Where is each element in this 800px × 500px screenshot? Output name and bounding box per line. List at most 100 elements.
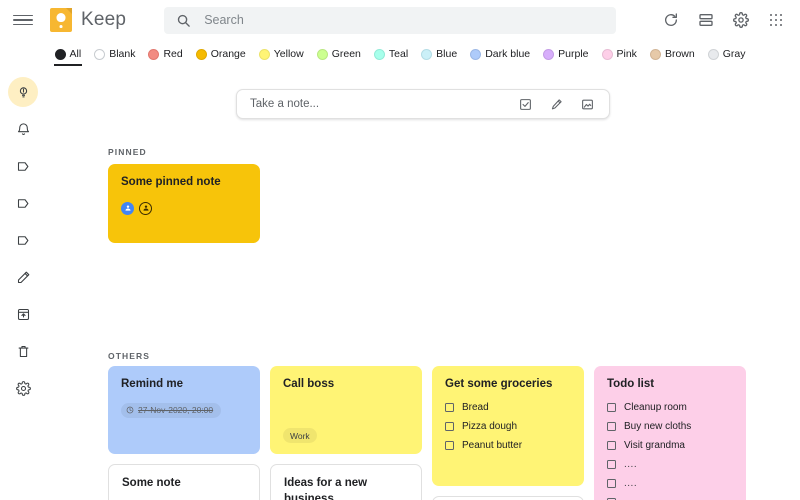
color-filter-bar: All Blank Red Orange Yellow Green Teal Blue Dark…: [0, 44, 800, 68]
color-filter-label: Green: [331, 48, 361, 60]
color-swatch-icon: [148, 48, 160, 60]
sidebar-item-label-2[interactable]: [8, 188, 38, 218]
checkbox-icon[interactable]: [607, 478, 616, 488]
checklist-item-label: ....: [624, 497, 637, 500]
color-filter-label: All: [69, 48, 82, 60]
new-image-button[interactable]: [580, 97, 595, 112]
note-card[interactable]: Some note: [108, 464, 260, 500]
search-bar[interactable]: [164, 6, 617, 34]
checkbox-icon[interactable]: [607, 459, 616, 469]
take-a-note-box[interactable]: [236, 89, 610, 119]
app-title: Keep: [81, 9, 127, 30]
avatar-collaborator-2[interactable]: [139, 201, 152, 215]
checkbox-icon[interactable]: [445, 402, 454, 412]
app-header: Keep: [0, 0, 800, 40]
note-card[interactable]: Random ideas27-Nov-2020, 20:30: [432, 496, 584, 500]
color-filter-pink[interactable]: Pink: [601, 46, 638, 66]
sidebar-item-notes[interactable]: [8, 77, 38, 107]
pencil-icon: [17, 271, 29, 283]
note-title: Get some groceries: [445, 378, 553, 390]
checklist-item[interactable]: ....: [607, 497, 733, 500]
note-card[interactable]: Todo list Cleanup room Buy new cloths Visit…: [594, 366, 746, 500]
checkbox-icon[interactable]: [607, 421, 616, 431]
sidebar-item-label-3[interactable]: [8, 225, 38, 255]
note-card[interactable]: Get some groceries Bread Pizza dough Peanut…: [432, 366, 584, 486]
checkbox-icon[interactable]: [607, 402, 616, 412]
checklist-item[interactable]: Cleanup room: [607, 402, 733, 413]
note-card[interactable]: Call boss Work: [270, 366, 422, 454]
search-icon: [178, 14, 190, 27]
checklist-item[interactable]: Pizza dough: [445, 421, 571, 432]
note-card[interactable]: Ideas for a new business: [270, 464, 422, 500]
note-label-chip[interactable]: Work: [283, 428, 317, 443]
list-view-icon: [699, 13, 713, 26]
sidebar-item-reminders[interactable]: [8, 114, 38, 144]
checklist-item[interactable]: Bread: [445, 402, 571, 413]
lightbulb-icon: [19, 86, 27, 97]
hamburger-menu-icon[interactable]: [13, 10, 33, 30]
sidebar-item-settings[interactable]: [8, 373, 38, 403]
sidebar-item-label-1[interactable]: [8, 151, 38, 181]
color-filter-label: Brown: [664, 48, 695, 60]
color-swatch-icon: [421, 48, 433, 60]
gear-icon: [733, 12, 749, 28]
color-filter-label: Blank: [109, 48, 136, 60]
header-actions: [661, 10, 800, 30]
color-filter-red[interactable]: Red: [147, 46, 183, 66]
checkbox-icon[interactable]: [445, 421, 454, 431]
color-filter-all[interactable]: All: [53, 46, 83, 66]
color-filter-yellow[interactable]: Yellow: [258, 46, 305, 66]
color-filter-teal[interactable]: Teal: [373, 46, 409, 66]
note-title: Some note: [122, 477, 181, 489]
checklist-item[interactable]: ....: [607, 478, 733, 489]
label-tag-icon: [17, 161, 28, 171]
checklist-item-label: Pizza dough: [462, 420, 518, 432]
sidebar-nav: [0, 68, 46, 500]
color-filter-green[interactable]: Green: [316, 46, 362, 66]
gear-icon: [15, 380, 31, 396]
color-filter-dark-blue[interactable]: Dark blue: [469, 46, 531, 66]
person-icon: [143, 205, 148, 211]
keep-logo-icon: [50, 8, 72, 32]
color-filter-gray[interactable]: Gray: [707, 46, 747, 66]
label-tag-icon: [17, 198, 28, 208]
take-a-note-input[interactable]: [250, 98, 518, 110]
color-filter-purple[interactable]: Purple: [542, 46, 589, 66]
search-input[interactable]: [204, 13, 605, 27]
avatar-collaborator-1[interactable]: [121, 201, 134, 215]
color-filter-label: Teal: [388, 48, 409, 60]
label-tag-icon: [17, 235, 28, 245]
color-filter-blank[interactable]: Blank: [93, 46, 136, 66]
refresh-button[interactable]: [661, 10, 681, 30]
list-view-button[interactable]: [696, 10, 716, 30]
settings-button[interactable]: [731, 10, 751, 30]
color-filter-blue[interactable]: Blue: [420, 46, 458, 66]
note-card[interactable]: Remind me 27-Nov-2020, 20:00: [108, 366, 260, 454]
new-list-button[interactable]: [518, 97, 533, 112]
color-swatch-icon: [195, 48, 207, 60]
checklist-item[interactable]: Peanut butter: [445, 440, 571, 451]
note-collaborators: [121, 201, 247, 215]
sidebar-item-edit-labels[interactable]: [8, 262, 38, 292]
note-checklist: Cleanup room Buy new cloths Visit grandma.…: [607, 402, 733, 500]
sidebar-item-archive[interactable]: [8, 299, 38, 329]
note-labels: Work: [283, 420, 409, 443]
reminder-chip[interactable]: 27-Nov-2020, 20:00: [121, 402, 222, 418]
color-filter-brown[interactable]: Brown: [649, 46, 696, 66]
pinned-note-card[interactable]: Some pinned note: [108, 164, 260, 243]
sidebar-item-trash[interactable]: [8, 336, 38, 366]
color-swatch-icon: [470, 48, 482, 60]
checklist-item-label: ....: [624, 458, 638, 470]
checkbox-icon[interactable]: [607, 440, 616, 450]
checklist-item[interactable]: ....: [607, 459, 733, 470]
checklist-item-label: Peanut butter: [462, 439, 523, 451]
checklist-item[interactable]: Buy new cloths: [607, 421, 733, 432]
checklist-item[interactable]: Visit grandma: [607, 440, 733, 451]
new-drawing-button[interactable]: [549, 97, 564, 112]
color-swatch-icon: [601, 48, 613, 60]
color-swatch-icon: [258, 48, 270, 60]
google-apps-button[interactable]: [766, 10, 786, 30]
checkbox-icon[interactable]: [445, 440, 454, 450]
color-filter-orange[interactable]: Orange: [195, 46, 247, 66]
color-swatch-icon: [707, 48, 719, 60]
